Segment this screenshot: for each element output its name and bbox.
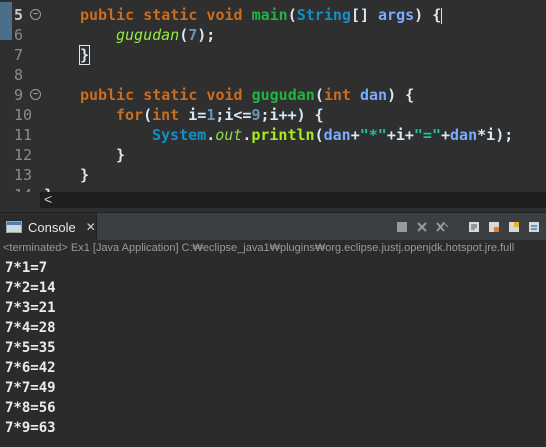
code-line[interactable]: 10 for(int i=1;i<=9;i++) { xyxy=(0,105,546,125)
dot: . xyxy=(242,126,252,144)
output-line: 7*9=63 xyxy=(5,420,56,436)
output-line: 7*4=28 xyxy=(5,320,56,336)
keyword: for xyxy=(116,106,144,124)
method-name: gugudan xyxy=(251,86,315,104)
code-editor[interactable]: 5 − public static void main(String[] arg… xyxy=(0,0,546,192)
static-field: out xyxy=(215,126,243,144)
output-line: 7*2=14 xyxy=(5,280,56,296)
paren: ( xyxy=(179,26,189,44)
output-line: 7*1=7 xyxy=(5,260,48,276)
line-number: 13 xyxy=(14,166,33,184)
operator: ++) { xyxy=(278,106,324,124)
operator: + xyxy=(441,126,451,144)
output-line: 7*7=49 xyxy=(5,380,56,396)
line-number: 8 xyxy=(14,66,24,84)
keyword: int xyxy=(323,86,360,104)
console-view-header: Console ✕ xyxy=(0,212,546,241)
code-line[interactable]: 9 − public static void gugudan(int dan) … xyxy=(0,85,546,105)
keyword: public static void xyxy=(80,6,252,24)
pin-icon[interactable] xyxy=(506,219,522,235)
variable: i xyxy=(486,126,496,144)
parameter: dan xyxy=(323,126,351,144)
console-toolbar xyxy=(394,219,542,235)
tab-console[interactable]: Console ✕ xyxy=(0,213,97,241)
tab-label: Console xyxy=(28,219,76,235)
method-call: gugudan xyxy=(116,26,180,44)
parameter: dan xyxy=(359,86,388,104)
brackets: [] xyxy=(350,6,379,24)
paren: ( xyxy=(287,6,297,24)
text-cursor xyxy=(441,7,443,24)
operator: + xyxy=(386,126,396,144)
scrollbar-gutter xyxy=(0,192,40,208)
number-literal: 1 xyxy=(206,106,216,124)
operator: + xyxy=(350,126,360,144)
type-name: String xyxy=(296,6,351,24)
stop-icon[interactable] xyxy=(394,219,410,235)
paren: ); xyxy=(197,26,216,44)
method-call: println xyxy=(251,126,315,144)
line-number: 14 xyxy=(14,185,34,192)
number-literal: 9 xyxy=(251,106,261,124)
line-number: 11 xyxy=(14,126,33,144)
operator: = xyxy=(197,106,207,124)
operator: <= xyxy=(233,106,252,124)
line-number: 7 xyxy=(14,46,24,64)
scroll-lock-icon[interactable] xyxy=(466,219,482,235)
console-status-line: <terminated> Ex1 [Java Application] C:₩e… xyxy=(0,240,546,256)
output-line: 7*6=42 xyxy=(5,360,56,376)
open-console-icon[interactable] xyxy=(526,219,542,235)
operator: * xyxy=(477,126,487,144)
keyword: int xyxy=(152,106,189,124)
code-line[interactable]: 7 } xyxy=(0,45,546,65)
paren: ( xyxy=(314,126,324,144)
operator: ; xyxy=(260,106,270,124)
toolbar-separator xyxy=(454,219,462,235)
class-name: System xyxy=(152,126,207,144)
matching-brace: } xyxy=(78,45,91,65)
remove-launch-icon[interactable] xyxy=(414,219,430,235)
code-line[interactable]: 6 gugudan(7); xyxy=(0,25,546,45)
code-line[interactable]: 13 } xyxy=(0,165,546,185)
parameter: args xyxy=(378,6,415,24)
console-icon xyxy=(6,221,22,233)
code-line[interactable]: 5 − public static void main(String[] arg… xyxy=(0,5,546,25)
operator: + xyxy=(404,126,414,144)
remove-all-icon[interactable] xyxy=(434,219,450,235)
paren: ); xyxy=(495,126,514,144)
close-icon[interactable]: ✕ xyxy=(86,220,96,234)
dot: . xyxy=(206,126,216,144)
output-line: 7*3=21 xyxy=(5,300,56,316)
keyword: public static void xyxy=(80,86,252,104)
line-number: 12 xyxy=(14,146,33,164)
code-line[interactable]: 8 xyxy=(0,65,546,85)
number-literal: 7 xyxy=(188,26,198,44)
output-line: 7*5=35 xyxy=(5,340,56,356)
code-line[interactable]: 12 } xyxy=(0,145,546,165)
variable: i xyxy=(269,106,279,124)
fold-toggle-icon[interactable]: − xyxy=(30,89,41,100)
paren: ) { xyxy=(387,86,415,104)
parameter: dan xyxy=(450,126,478,144)
word-wrap-icon[interactable] xyxy=(486,219,502,235)
string-literal: "*" xyxy=(359,126,387,144)
paren: ) { xyxy=(414,6,442,24)
variable: i xyxy=(188,106,198,124)
closing-brace: } xyxy=(80,166,90,184)
paren: ( xyxy=(314,86,324,104)
method-name: main xyxy=(251,6,288,24)
output-line: 7*8=56 xyxy=(5,400,56,416)
fold-toggle-icon[interactable]: − xyxy=(30,9,41,20)
paren: ( xyxy=(143,106,153,124)
string-literal: "=" xyxy=(413,126,441,144)
horizontal-scrollbar[interactable]: < xyxy=(0,192,546,208)
code-line[interactable]: 14 } xyxy=(0,185,546,192)
line-number: 10 xyxy=(14,106,33,124)
variable: i xyxy=(395,126,405,144)
scroll-left-arrow-icon[interactable]: < xyxy=(44,192,52,207)
closing-brace: } xyxy=(116,146,126,164)
console-output[interactable]: 7*1=7 7*2=14 7*3=21 7*4=28 7*5=35 7*6=42… xyxy=(0,256,546,447)
line-number: 6 xyxy=(14,26,24,44)
code-line[interactable]: 11 System.out.println(dan+"*"+i+"="+dan*… xyxy=(0,125,546,145)
